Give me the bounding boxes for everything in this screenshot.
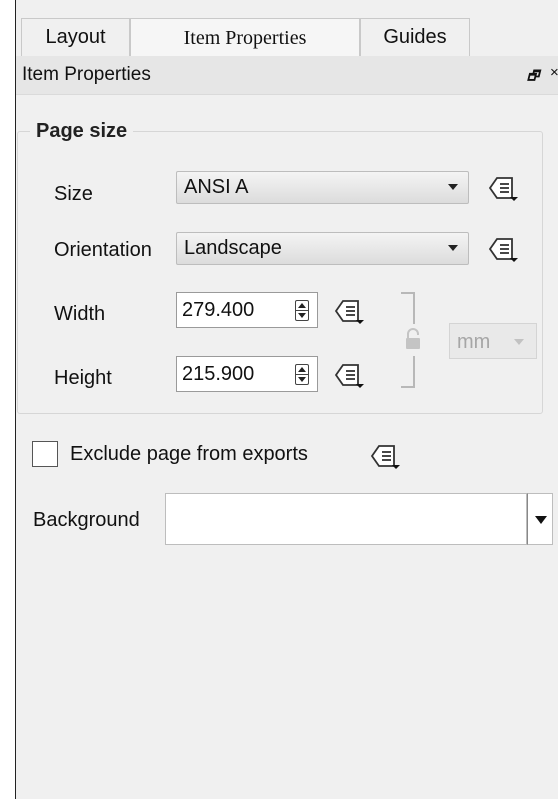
data-defined-override-icon[interactable] bbox=[334, 298, 364, 324]
units-value: mm bbox=[457, 331, 491, 353]
width-spinbox[interactable]: 279.400 bbox=[176, 292, 318, 328]
background-menu-button[interactable] bbox=[527, 493, 553, 545]
tab-bar: Layout Item Properties Guides bbox=[16, 18, 558, 57]
float-icon[interactable]: 🗗 bbox=[527, 67, 539, 89]
data-defined-override-icon[interactable] bbox=[370, 443, 400, 469]
width-label: Width bbox=[54, 303, 106, 325]
lock-icon[interactable] bbox=[405, 328, 421, 350]
data-defined-override-icon[interactable] bbox=[334, 362, 364, 388]
orientation-label: Orientation bbox=[54, 239, 152, 261]
units-combo[interactable]: mm bbox=[449, 323, 537, 359]
chevron-down-icon bbox=[514, 339, 524, 345]
ratio-lock-bracket-bottom bbox=[401, 356, 415, 388]
ratio-lock-bracket-top bbox=[401, 292, 415, 324]
height-stepper[interactable] bbox=[295, 364, 309, 385]
width-stepper[interactable] bbox=[295, 300, 309, 321]
chevron-down-icon bbox=[448, 245, 458, 251]
height-spinbox[interactable]: 215.900 bbox=[176, 356, 318, 392]
size-combo[interactable]: ANSI A bbox=[176, 171, 469, 204]
orientation-combo[interactable]: Landscape bbox=[176, 232, 469, 265]
orientation-value: Landscape bbox=[184, 237, 282, 259]
data-defined-override-icon[interactable] bbox=[488, 236, 518, 262]
exclude-from-exports-label[interactable]: Exclude page from exports bbox=[70, 443, 308, 466]
background-label: Background bbox=[33, 509, 140, 531]
background-color-button[interactable] bbox=[165, 493, 527, 545]
close-icon[interactable]: × bbox=[550, 64, 558, 81]
chevron-down-icon bbox=[448, 184, 458, 190]
size-value: ANSI A bbox=[184, 176, 249, 198]
width-value: 279.400 bbox=[182, 299, 255, 321]
size-label: Size bbox=[54, 183, 93, 205]
tab-item-properties[interactable]: Item Properties bbox=[130, 18, 360, 57]
data-defined-override-icon[interactable] bbox=[488, 175, 518, 201]
exclude-from-exports-checkbox[interactable] bbox=[32, 441, 58, 467]
chevron-down-icon bbox=[535, 516, 547, 524]
tab-guides[interactable]: Guides bbox=[360, 18, 470, 56]
page-size-group-title: Page size bbox=[30, 120, 134, 143]
tab-layout[interactable]: Layout bbox=[21, 18, 130, 56]
height-value: 215.900 bbox=[182, 363, 255, 385]
panel-title-bar: Item Properties 🗗 × bbox=[16, 56, 558, 95]
panel-title: Item Properties bbox=[22, 64, 151, 85]
height-label: Height bbox=[54, 367, 112, 389]
